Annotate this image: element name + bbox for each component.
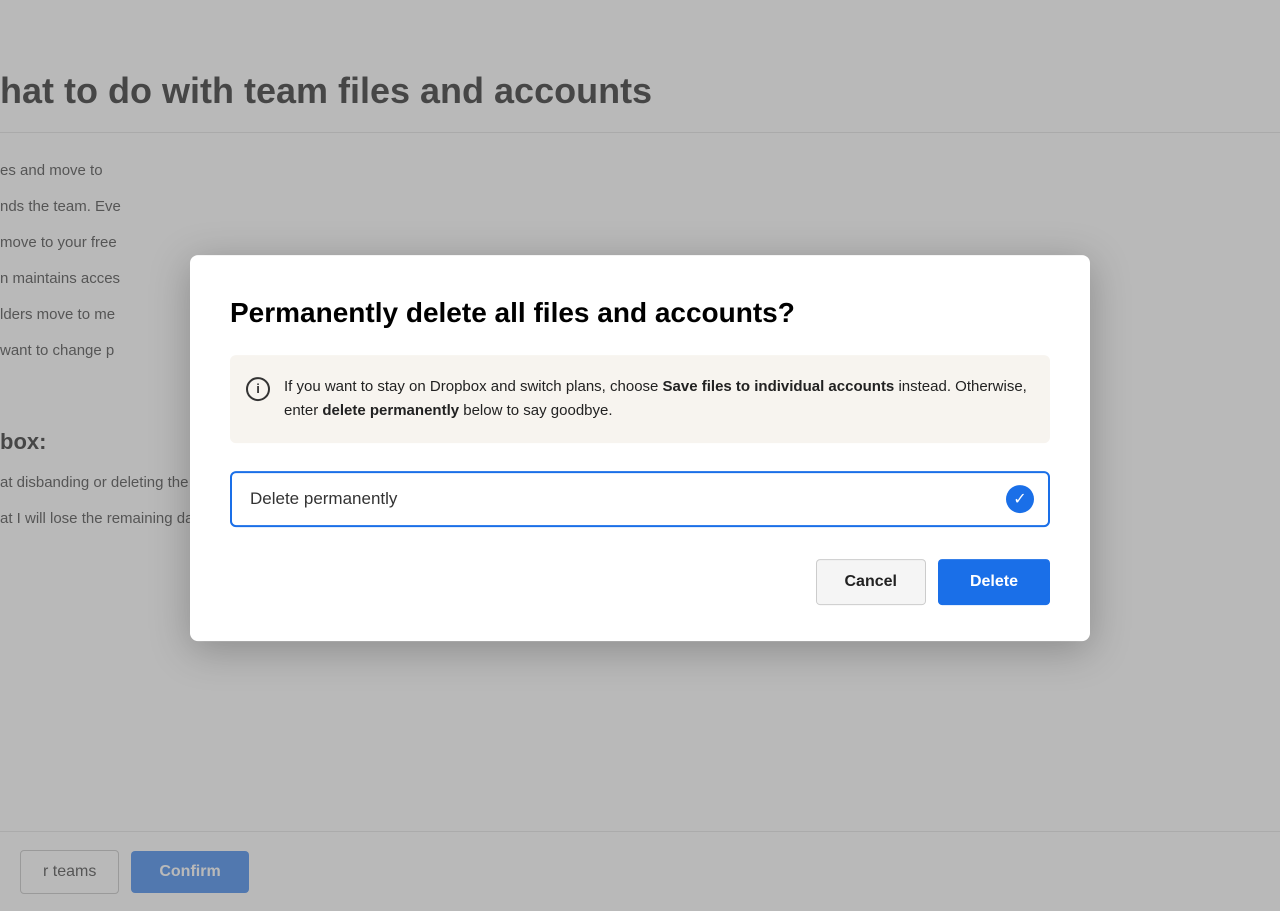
info-box: i If you want to stay on Dropbox and swi… — [230, 355, 1050, 443]
modal-actions: Cancel Delete — [230, 559, 1050, 605]
delete-confirmation-modal: Permanently delete all files and account… — [190, 255, 1090, 641]
cancel-button[interactable]: Cancel — [816, 559, 926, 605]
input-checkmark-icon: ✓ — [1006, 485, 1034, 513]
delete-button[interactable]: Delete — [938, 559, 1050, 605]
info-text-bold1: Save files to individual accounts — [663, 378, 895, 395]
confirm-input-wrapper: ✓ — [230, 471, 1050, 527]
info-icon: i — [246, 377, 270, 401]
info-text-bold2: delete permanently — [322, 402, 459, 419]
delete-confirm-input[interactable] — [230, 471, 1050, 527]
info-text-part3: below to say goodbye. — [459, 402, 612, 419]
info-box-text: If you want to stay on Dropbox and switc… — [284, 375, 1030, 423]
info-text-part1: If you want to stay on Dropbox and switc… — [284, 378, 663, 395]
modal-title: Permanently delete all files and account… — [230, 295, 1050, 331]
